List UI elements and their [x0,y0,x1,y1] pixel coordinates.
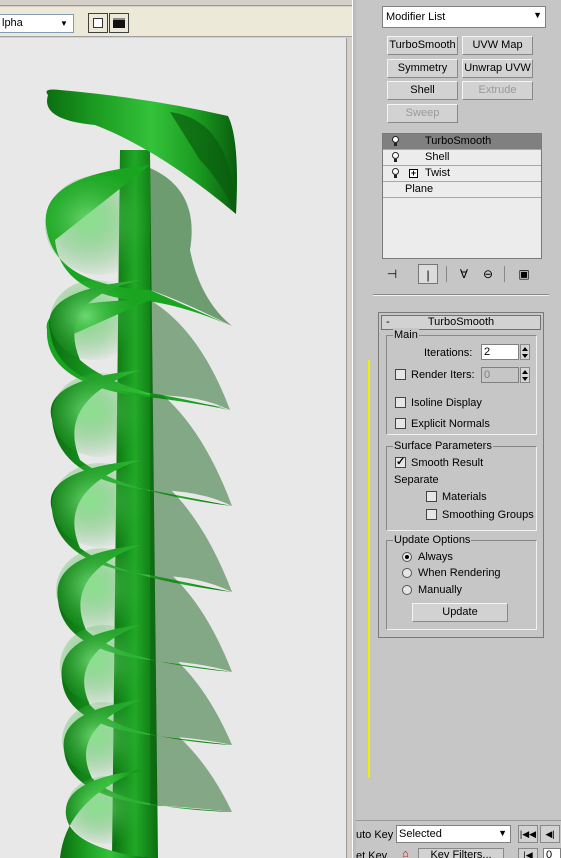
toolbar-divider [504,266,505,282]
manually-radio[interactable] [402,585,412,595]
update-button[interactable]: Update [412,603,508,622]
remove-modifier-icon[interactable]: ⊖ [478,264,498,284]
configure-modifier-sets-icon[interactable]: ▣ [514,264,534,284]
modifier-stack: TurboSmooth Shell + Twist Plane [382,133,542,259]
chevron-down-icon: ▼ [533,10,542,20]
rollout-title: TurboSmooth [427,316,495,328]
stack-item-turbosmooth[interactable]: TurboSmooth [383,134,541,150]
materials-checkbox[interactable] [426,491,437,502]
always-label: Always [418,551,453,563]
stack-toolbar: ⊣ | ∀ ⊖ ▣ [380,262,545,286]
symmetry-button[interactable]: Symmetry [387,59,458,78]
iterations-spinner-field[interactable]: 2 [481,344,519,360]
panel-divider [373,294,549,296]
iterations-spinner-arrows[interactable] [520,344,530,360]
rendered-image [0,38,346,858]
render-iters-label: Render Iters: [411,369,475,381]
uvw-map-button[interactable]: UVW Map [462,36,533,55]
stack-item-label: Shell [425,151,450,163]
render-iters-spinner-field[interactable]: 0 [481,367,519,383]
smooth-result-label: Smooth Result [411,457,484,469]
collapse-icon: - [386,316,390,328]
key-filters-button[interactable]: Key Filters... [418,848,504,858]
toggle-ui-overlay-button[interactable] [88,13,108,33]
stack-item-plane[interactable]: Plane [383,182,541,198]
render-iters-spinner-arrows[interactable] [520,367,530,383]
pin-stack-icon[interactable]: ⊣ [382,264,402,284]
sweep-button[interactable]: Sweep [387,104,458,123]
lightbulb-icon[interactable] [391,168,400,179]
render-window-titlebar [0,0,352,6]
smoothing-groups-label: Smoothing Groups [442,509,534,521]
key-icon[interactable]: ⌂ [402,848,409,858]
separate-label: Separate [394,474,439,486]
modifier-list-dropdown[interactable]: Modifier List ▼ [382,6,546,28]
make-unique-icon[interactable]: ∀ [454,264,474,284]
isoline-display-checkbox[interactable] [395,397,406,408]
explicit-normals-checkbox[interactable] [395,418,406,429]
turbosmooth-button[interactable]: TurboSmooth [387,36,458,55]
smooth-result-checkbox[interactable]: ✓ [395,457,406,468]
key-mode-icon[interactable]: |◀ [518,848,538,858]
expand-plus-icon[interactable]: + [409,169,418,178]
current-frame-field[interactable]: 0 [543,848,561,858]
active-viewport-edge [356,360,370,778]
green-helix-render [45,89,237,858]
mono-display-button[interactable] [109,13,129,33]
group-title: Surface Parameters [393,439,493,453]
frame-icon [93,18,103,28]
isoline-display-label: Isoline Display [411,397,482,409]
channel-dropdown-value: lpha [2,17,23,29]
when-rendering-label: When Rendering [418,567,501,579]
lightbulb-icon[interactable] [391,136,400,147]
render-frame-window: lpha ▼ [0,0,356,858]
always-radio[interactable] [402,552,412,562]
extrude-button[interactable]: Extrude [462,81,533,100]
show-end-result-icon[interactable]: | [418,264,438,284]
chevron-down-icon: ▼ [60,19,68,28]
explicit-normals-label: Explicit Normals [411,418,490,430]
iterations-label: Iterations: [424,347,473,359]
manually-label: Manually [418,584,463,596]
render-iters-checkbox[interactable] [395,369,406,380]
modifier-list-label: Modifier List [386,11,446,23]
stack-item-shell[interactable]: Shell [383,150,541,166]
unwrap-uvw-button[interactable]: Unwrap UVW [462,59,533,78]
selection-set-dropdown[interactable]: Selected ▼ [396,825,511,843]
auto-key-label[interactable]: uto Key [356,829,393,841]
selection-set-value: Selected [399,828,442,840]
go-to-start-icon[interactable]: |◀◀ [518,825,538,843]
group-title: Main [393,328,419,342]
lightbulb-icon[interactable] [391,152,400,163]
toolbar-divider [446,266,447,282]
group-title: Update Options [393,533,472,547]
stack-item-twist[interactable]: + Twist [383,166,541,182]
stack-item-label: Twist [425,167,451,179]
render-window-toolbar: lpha ▼ [0,7,352,37]
previous-frame-icon[interactable]: ◀| [540,825,560,843]
channel-dropdown[interactable]: lpha ▼ [0,14,74,33]
stack-item-label: TurboSmooth [425,135,492,147]
chevron-down-icon: ▼ [498,828,507,838]
materials-label: Materials [442,491,487,503]
set-key-label[interactable]: et Key [356,850,387,858]
shell-button[interactable]: Shell [387,81,458,100]
when-rendering-radio[interactable] [402,568,412,578]
smoothing-groups-checkbox[interactable] [426,509,437,520]
monitor-icon [113,18,125,28]
stack-item-label: Plane [405,183,434,195]
